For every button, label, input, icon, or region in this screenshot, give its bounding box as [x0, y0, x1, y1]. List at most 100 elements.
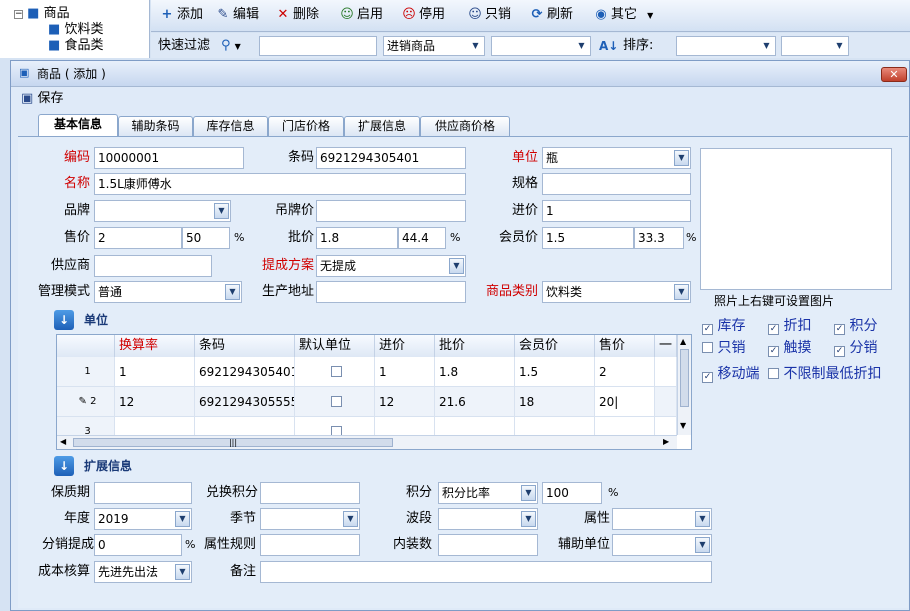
cell-barcode[interactable]: 6921294305401	[195, 357, 295, 387]
cell-sale-editing[interactable]: 20|	[595, 387, 655, 417]
cell-member[interactable]: 1.5	[515, 357, 595, 387]
grid-header-wholesale[interactable]: 批价	[435, 335, 515, 357]
tab-extended[interactable]: 扩展信息	[344, 116, 420, 136]
wholesale-pct-input[interactable]: 44.4	[398, 227, 446, 249]
sort-order-select[interactable]: ▼	[781, 36, 849, 56]
product-photo[interactable]	[700, 148, 892, 290]
cell-purchase[interactable]: 12	[375, 387, 435, 417]
refresh-button[interactable]: ⟳ 刷新	[529, 4, 573, 26]
attribute-select[interactable]: ▼	[612, 508, 712, 530]
remark-input[interactable]	[260, 561, 712, 583]
spec-input[interactable]	[542, 173, 691, 195]
year-select[interactable]: 2019 ▼	[94, 508, 192, 530]
member-pct-input[interactable]: 33.3	[634, 227, 684, 249]
wholesale-price-input[interactable]: 1.8	[316, 227, 398, 249]
checkbox-default-unit[interactable]	[331, 396, 342, 407]
grid-header-more[interactable]: 一	[655, 335, 677, 357]
cell-barcode[interactable]: 6921294305555	[195, 387, 295, 417]
option-distribution[interactable]: ✓ 分销	[834, 338, 877, 358]
barcode-input[interactable]: 6921294305401	[316, 147, 466, 169]
collapse-icon[interactable]: −	[14, 10, 23, 19]
filter-field-select[interactable]: ▼	[491, 36, 591, 56]
season-select[interactable]: ▼	[260, 508, 360, 530]
enable-button[interactable]: ☺ 启用	[339, 4, 383, 26]
disable-button[interactable]: ☹ 停用	[401, 4, 445, 26]
tab-supplier-price[interactable]: 供应商价格	[420, 116, 510, 136]
cell-wholesale[interactable]: 21.6	[435, 387, 515, 417]
sale-pct-input[interactable]: 50	[182, 227, 230, 249]
mgmt-mode-select[interactable]: 普通 ▼	[94, 281, 242, 303]
tree-root[interactable]: − ■ 商品	[14, 6, 70, 22]
shelf-life-input[interactable]	[94, 482, 192, 504]
grid-header-purchase[interactable]: 进价	[375, 335, 435, 357]
cell-default-unit[interactable]	[295, 357, 375, 387]
option-mobile[interactable]: ✓ 移动端	[702, 364, 759, 384]
purchase-price-input[interactable]: 1	[542, 200, 691, 222]
add-button[interactable]: + 添加	[159, 4, 203, 26]
distribution-commission-input[interactable]: 0	[94, 534, 182, 556]
scroll-thumb[interactable]	[680, 349, 689, 407]
checkbox-no-min-discount[interactable]	[768, 368, 779, 379]
option-inventory[interactable]: ✓ 库存	[702, 316, 745, 336]
tree-item-food[interactable]: ■ 食品类	[48, 38, 103, 54]
option-discount[interactable]: ✓ 折扣	[768, 316, 811, 336]
delete-button[interactable]: ✕ 删除	[275, 4, 319, 26]
checkbox-touch[interactable]: ✓	[768, 346, 779, 357]
checkbox-discount[interactable]: ✓	[768, 324, 779, 335]
save-button[interactable]: ▣ 保存	[21, 88, 63, 110]
other-button[interactable]: ◉ 其它 ▼	[593, 4, 653, 26]
cell-purchase[interactable]: 1	[375, 357, 435, 387]
grid-header-sale[interactable]: 售价	[595, 335, 655, 357]
sale-price-input[interactable]: 2	[94, 227, 182, 249]
grid-vscrollbar[interactable]: ▲ ▼	[677, 335, 691, 435]
exchange-points-input[interactable]	[260, 482, 360, 504]
edit-button[interactable]: ✎ 编辑	[215, 4, 259, 26]
scroll-hthumb[interactable]: |||	[73, 438, 393, 447]
option-points[interactable]: ✓ 积分	[834, 316, 877, 336]
points-mode-select[interactable]: 积分比率 ▼	[438, 482, 538, 504]
checkbox-sell-only[interactable]	[702, 342, 713, 353]
sort-az-icon[interactable]: A↓	[599, 35, 618, 57]
tab-basic-info[interactable]: 基本信息	[38, 114, 118, 136]
code-input[interactable]: 10000001	[94, 147, 244, 169]
grid-header-member[interactable]: 会员价	[515, 335, 595, 357]
checkbox-default-unit[interactable]	[331, 366, 342, 377]
scroll-left-icon[interactable]: ◀	[60, 437, 66, 446]
option-sell-only[interactable]: 只销	[702, 338, 745, 358]
filter-mode-select[interactable]: 进销商品 ▼	[383, 36, 485, 56]
tab-inventory[interactable]: 库存信息	[193, 116, 268, 136]
scroll-right-icon[interactable]: ▶	[663, 437, 669, 446]
cell-default-unit[interactable]	[295, 387, 375, 417]
wave-select[interactable]: ▼	[438, 508, 538, 530]
inner-count-input[interactable]	[438, 534, 538, 556]
scroll-up-icon[interactable]: ▲	[680, 337, 686, 346]
cell-sale[interactable]: 2	[595, 357, 655, 387]
origin-input[interactable]	[316, 281, 466, 303]
grid-header-default-unit[interactable]: 默认单位	[295, 335, 375, 357]
attribute-rule-input[interactable]	[260, 534, 360, 556]
aux-unit-select[interactable]: ▼	[612, 534, 712, 556]
option-no-min-discount[interactable]: 不限制最低折扣	[768, 364, 881, 384]
collapse-unit-icon[interactable]: ↓	[54, 310, 74, 330]
name-input[interactable]: 1.5L康师傅水	[94, 173, 466, 195]
filter-input[interactable]	[259, 36, 377, 56]
cell-more[interactable]	[655, 357, 677, 387]
checkbox-points[interactable]: ✓	[834, 324, 845, 335]
brand-select[interactable]: ▼	[94, 200, 231, 222]
points-value-input[interactable]: 100	[542, 482, 602, 504]
commission-select[interactable]: 无提成 ▼	[316, 255, 466, 277]
checkbox-mobile[interactable]: ✓	[702, 372, 713, 383]
tab-aux-barcode[interactable]: 辅助条码	[118, 116, 193, 136]
sell-only-button[interactable]: ☺ 只销	[467, 4, 511, 26]
cost-accounting-select[interactable]: 先进先出法 ▼	[94, 561, 192, 583]
search-icon[interactable]: ⚲ ▼	[221, 35, 241, 58]
collapse-ext-icon[interactable]: ↓	[54, 456, 74, 476]
supplier-input[interactable]	[94, 255, 212, 277]
cell-ratio[interactable]: 12	[115, 387, 195, 417]
checkbox-distribution[interactable]: ✓	[834, 346, 845, 357]
grid-hscrollbar[interactable]: ◀ ||| ▶	[57, 435, 677, 449]
option-touch[interactable]: ✓ 触摸	[768, 338, 811, 358]
category-select[interactable]: 饮料类 ▼	[542, 281, 691, 303]
sort-field-select[interactable]: ▼	[676, 36, 776, 56]
member-price-input[interactable]: 1.5	[542, 227, 634, 249]
